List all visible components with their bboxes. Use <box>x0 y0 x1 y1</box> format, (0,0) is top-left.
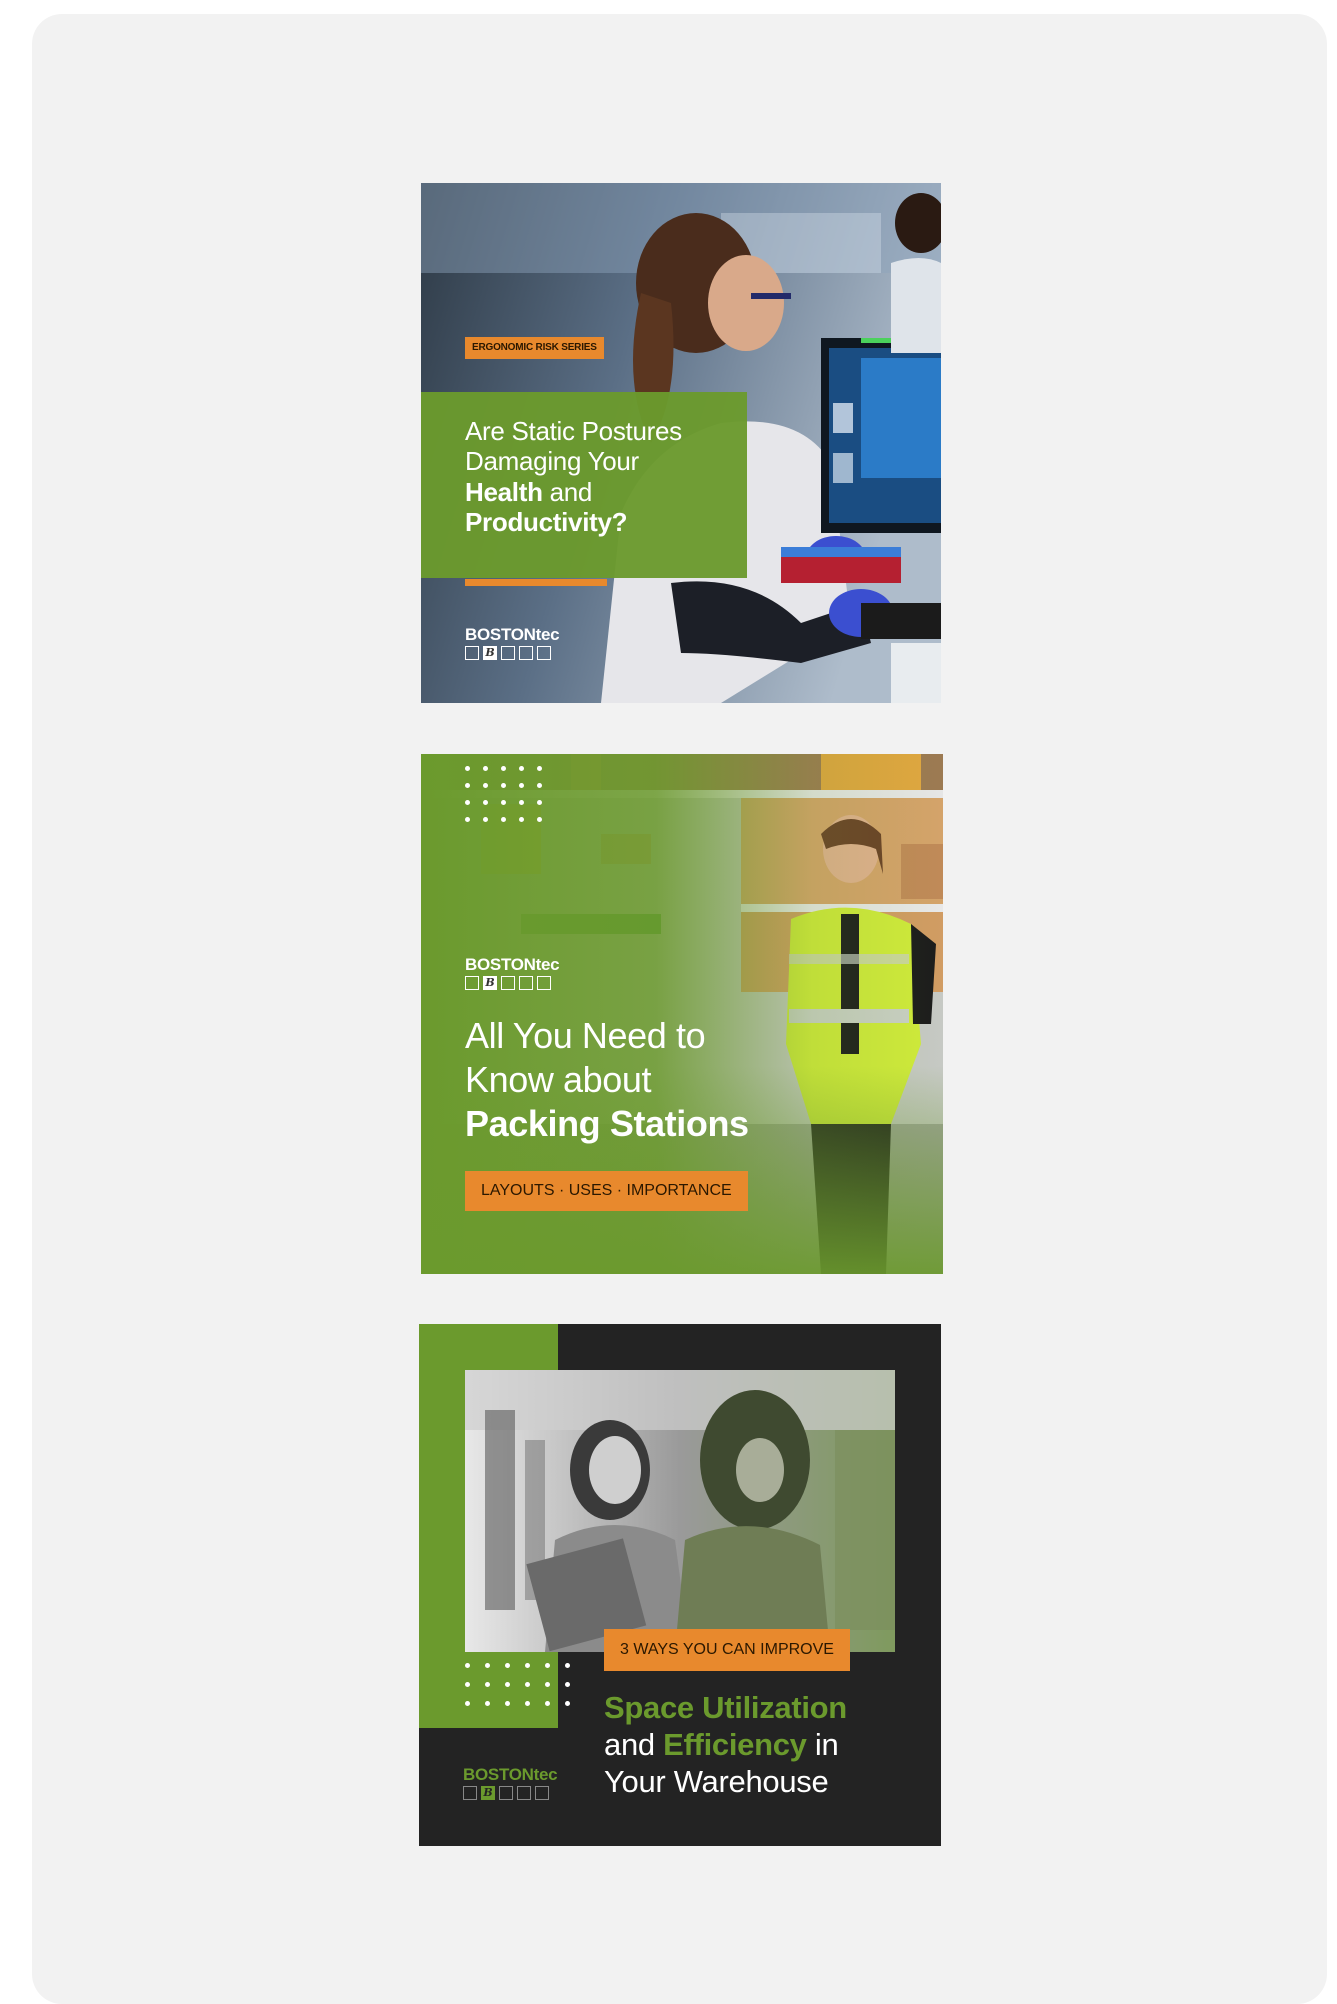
title-line-2: Know about <box>465 1058 652 1100</box>
card-space-utilization[interactable]: 3 WAYS YOU CAN IMPROVE Space Utilization… <box>419 1324 941 1846</box>
title-line-1: Are Static Postures <box>465 416 682 446</box>
accent-bar <box>465 579 607 586</box>
bostontec-logo: BOSTONtec B <box>465 625 560 660</box>
bostontec-logo: BOSTONtec B <box>463 1765 558 1800</box>
card-title: Space Utilization and Efficiency in Your… <box>604 1689 847 1801</box>
title-line-2: and Efficiency in <box>604 1726 847 1763</box>
title-line-3: Your Warehouse <box>604 1764 829 1800</box>
ways-tag: 3 WAYS YOU CAN IMPROVE <box>604 1629 850 1671</box>
logo-wordmark: BOSTONtec <box>465 955 560 974</box>
title-in: in <box>806 1727 839 1763</box>
bostontec-logo: BOSTONtec B <box>465 955 560 990</box>
logo-boxes: B <box>463 1786 557 1800</box>
warehouse-women-photo <box>465 1370 895 1652</box>
title-line-1: Space Utilization <box>604 1689 847 1726</box>
logo-wordmark: BOSTONtec <box>463 1765 558 1784</box>
logo-mark: B <box>483 976 497 990</box>
title-green-efficiency: Efficiency <box>663 1727 807 1763</box>
series-tag: ERGONOMIC RISK SERIES <box>465 337 604 359</box>
decorative-dots <box>465 766 543 822</box>
title-bold-packing-stations: Packing Stations <box>465 1102 749 1144</box>
title-line-4: Productivity? <box>465 507 682 537</box>
title-line-3: Health and <box>465 477 682 507</box>
title-line-2: Damaging Your <box>465 446 639 477</box>
card-title: Are Static Postures Damaging Your Health… <box>465 416 682 538</box>
card-static-postures[interactable]: ERGONOMIC RISK SERIES Are Static Posture… <box>421 183 941 703</box>
card-title: All You Need to Know about Packing Stati… <box>465 1014 749 1146</box>
logo-mark: B <box>481 1786 495 1800</box>
decorative-dots <box>465 1663 571 1706</box>
logo-wordmark: BOSTONtec <box>465 625 560 644</box>
title-bold-productivity: Productivity? <box>465 507 628 538</box>
title-line-1: All You Need to <box>465 1015 706 1056</box>
card-packing-stations[interactable]: BOSTONtec B All You Need to Know about P… <box>421 754 943 1274</box>
title-rest-and: and <box>542 476 593 507</box>
title-line-3: Packing Stations <box>465 1102 749 1146</box>
logo-boxes: B <box>465 646 559 660</box>
title-and: and <box>604 1727 664 1763</box>
subtitle-tag: LAYOUTS · USES · IMPORTANCE <box>465 1171 748 1211</box>
title-green-space-utilization: Space Utilization <box>604 1690 847 1725</box>
title-bold-health: Health <box>465 476 543 507</box>
logo-boxes: B <box>465 976 559 990</box>
logo-mark: B <box>483 646 497 660</box>
